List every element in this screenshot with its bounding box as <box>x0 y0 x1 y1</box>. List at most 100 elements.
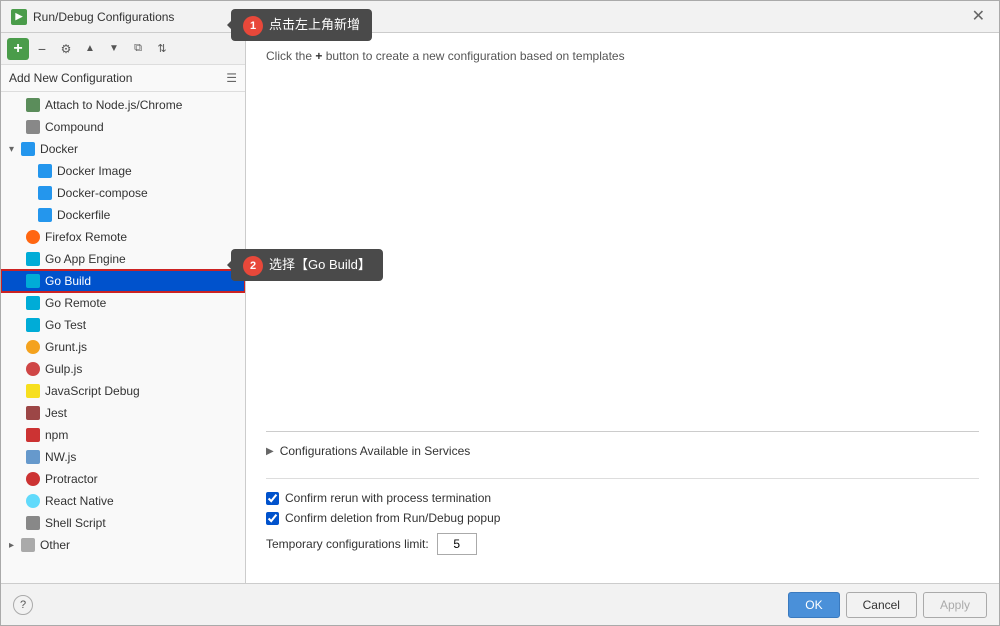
gulpjs-label: Gulp.js <box>45 362 82 376</box>
add-new-config-label: Add New Configuration <box>9 71 132 85</box>
nwjs-label: NW.js <box>45 450 76 464</box>
dialog-footer: ? OK Cancel Apply <box>1 583 999 625</box>
run-debug-dialog: 1点击左上角新增 2选择【Go Build】 ▶ Run/Debug Confi… <box>0 0 1000 626</box>
left-toolbar: + − ⚙ ▲ ▼ ⧉ ⇅ <box>1 33 245 65</box>
docker-compose-label: Docker-compose <box>57 186 148 200</box>
move-up-button[interactable]: ▲ <box>79 38 101 60</box>
dockerfile-label: Dockerfile <box>57 208 110 222</box>
tree-item-protractor[interactable]: Protractor <box>1 468 245 490</box>
filter-icon: ☰ <box>226 71 237 85</box>
go-remote-label: Go Remote <box>45 296 106 310</box>
react-native-icon <box>25 493 41 509</box>
protractor-icon <box>25 471 41 487</box>
docker-icon <box>20 141 36 157</box>
go-remote-icon <box>25 295 41 311</box>
go-app-engine-label: Go App Engine <box>45 252 126 266</box>
js-debug-icon <box>25 383 41 399</box>
jest-icon <box>25 405 41 421</box>
tree-item-shell-script[interactable]: Shell Script <box>1 512 245 534</box>
tree-item-compound[interactable]: Compound <box>1 116 245 138</box>
firefox-icon <box>25 229 41 245</box>
services-header[interactable]: ▶ Configurations Available in Services <box>266 440 979 462</box>
cancel-button[interactable]: Cancel <box>846 592 917 618</box>
confirm-rerun-checkbox[interactable] <box>266 492 279 505</box>
temp-limit-label: Temporary configurations limit: <box>266 537 429 551</box>
tree-item-npm[interactable]: npm <box>1 424 245 446</box>
tree-item-nwjs[interactable]: NW.js <box>1 446 245 468</box>
hint-text: Click the + button to create a new confi… <box>266 49 979 63</box>
tree-item-gulpjs[interactable]: Gulp.js <box>1 358 245 380</box>
tree-item-go-app-engine[interactable]: Go App Engine <box>1 248 245 270</box>
move-down-button[interactable]: ▼ <box>103 38 125 60</box>
tree-item-js-debug[interactable]: JavaScript Debug <box>1 380 245 402</box>
nodejs-icon <box>25 97 41 113</box>
nwjs-icon <box>25 449 41 465</box>
tree-item-go-remote[interactable]: Go Remote <box>1 292 245 314</box>
tree-item-dockerfile[interactable]: Dockerfile <box>1 204 245 226</box>
apply-button[interactable]: Apply <box>923 592 987 618</box>
npm-icon <box>25 427 41 443</box>
confirm-deletion-checkbox[interactable] <box>266 512 279 525</box>
temp-limit-input[interactable] <box>437 533 477 555</box>
gulp-icon <box>25 361 41 377</box>
close-button[interactable]: ✕ <box>968 7 989 27</box>
compound-label: Compound <box>45 120 104 134</box>
services-section: ▶ Configurations Available in Services <box>266 431 979 470</box>
hint-prefix: Click the <box>266 49 312 63</box>
js-debug-label: JavaScript Debug <box>45 384 140 398</box>
remove-configuration-button[interactable]: − <box>31 38 53 60</box>
title-bar: ▶ Run/Debug Configurations ✕ <box>1 1 999 33</box>
go-build-icon <box>25 273 41 289</box>
docker-chevron: ▾ <box>9 144 14 155</box>
sort-button[interactable]: ⇅ <box>151 38 173 60</box>
tree-item-attach-node[interactable]: Attach to Node.js/Chrome <box>1 94 245 116</box>
tree-item-react-native[interactable]: React Native <box>1 490 245 512</box>
go-build-label: Go Build <box>45 274 91 288</box>
other-chevron: ▸ <box>9 540 14 551</box>
docker-image-label: Docker Image <box>57 164 132 178</box>
right-spacer <box>266 83 979 423</box>
tree-item-go-test[interactable]: Go Test <box>1 314 245 336</box>
go-test-label: Go Test <box>45 318 86 332</box>
docker-label: Docker <box>40 142 78 156</box>
right-panel: Click the + button to create a new confi… <box>246 33 999 583</box>
tree-item-docker-compose[interactable]: Docker-compose <box>1 182 245 204</box>
confirm-deletion-label: Confirm deletion from Run/Debug popup <box>285 511 500 525</box>
confirm-rerun-row: Confirm rerun with process termination <box>266 491 979 505</box>
react-native-label: React Native <box>45 494 114 508</box>
protractor-label: Protractor <box>45 472 98 486</box>
confirm-deletion-row: Confirm deletion from Run/Debug popup <box>266 511 979 525</box>
go-test-icon <box>25 317 41 333</box>
other-icon <box>20 537 36 553</box>
grunt-icon <box>25 339 41 355</box>
settings-button[interactable]: ⚙ <box>55 38 77 60</box>
dialog-title: Run/Debug Configurations <box>33 10 962 24</box>
gruntjs-label: Grunt.js <box>45 340 87 354</box>
tree-item-jest[interactable]: Jest <box>1 402 245 424</box>
left-panel: + − ⚙ ▲ ▼ ⧉ ⇅ Add New Configuration ☰ At… <box>1 33 246 583</box>
main-content: + − ⚙ ▲ ▼ ⧉ ⇅ Add New Configuration ☰ At… <box>1 33 999 583</box>
tree-item-docker-image[interactable]: Docker Image <box>1 160 245 182</box>
go-engine-icon <box>25 251 41 267</box>
hint-suffix: button to create a new configuration bas… <box>326 49 625 63</box>
tree-item-firefox[interactable]: Firefox Remote <box>1 226 245 248</box>
bottom-options: Confirm rerun with process termination C… <box>266 478 979 567</box>
tree-item-go-build[interactable]: Go Build <box>1 270 245 292</box>
ok-button[interactable]: OK <box>788 592 839 618</box>
add-configuration-button[interactable]: + <box>7 38 29 60</box>
tree-item-gruntjs[interactable]: Grunt.js <box>1 336 245 358</box>
confirm-rerun-label: Confirm rerun with process termination <box>285 491 491 505</box>
tree-item-other[interactable]: ▸ Other <box>1 534 245 556</box>
dockerfile-icon <box>37 207 53 223</box>
npm-label: npm <box>45 428 68 442</box>
docker-image-icon <box>37 163 53 179</box>
services-label: Configurations Available in Services <box>280 444 471 458</box>
copy-button[interactable]: ⧉ <box>127 38 149 60</box>
tree-item-docker[interactable]: ▾ Docker <box>1 138 245 160</box>
shell-script-icon <box>25 515 41 531</box>
firefox-label: Firefox Remote <box>45 230 127 244</box>
configuration-tree: Attach to Node.js/Chrome Compound ▾ Dock… <box>1 92 245 583</box>
jest-label: Jest <box>45 406 67 420</box>
help-button[interactable]: ? <box>13 595 33 615</box>
other-label: Other <box>40 538 70 552</box>
